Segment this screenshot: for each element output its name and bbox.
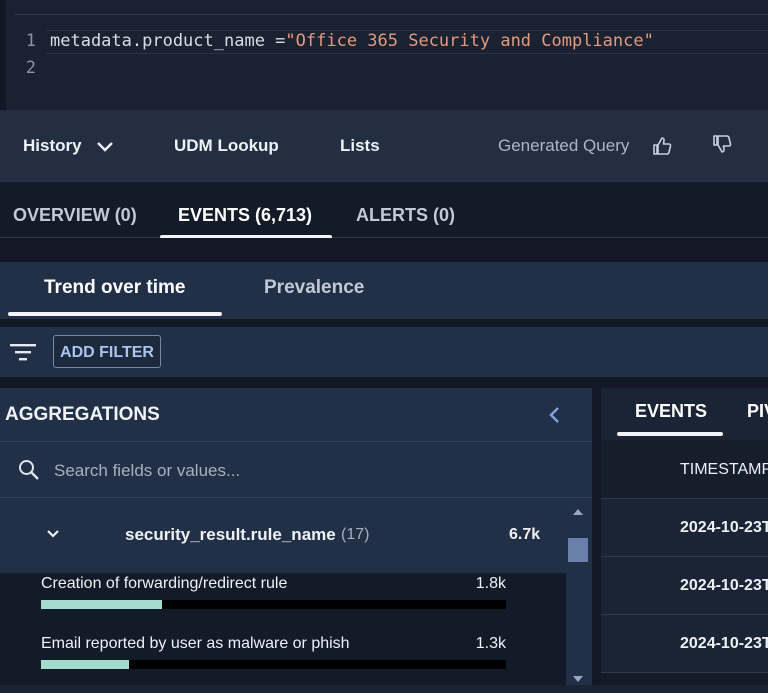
section-gap: [0, 238, 768, 262]
history-label: History: [23, 136, 82, 155]
tab-pivot[interactable]: PIV: [747, 388, 768, 436]
scroll-up-icon[interactable]: [572, 508, 584, 516]
udm-lookup-button[interactable]: UDM Lookup: [174, 110, 279, 182]
query-editor[interactable]: 1 metadata.product_name ="Office 365 Sec…: [0, 0, 768, 110]
field-row[interactable]: security_result.rule_name (17) 6.7k: [0, 498, 566, 572]
table-row[interactable]: 2024-10-23T: [601, 499, 768, 557]
scroll-thumb[interactable]: [568, 538, 588, 562]
line-number: 2: [25, 58, 36, 78]
list-item[interactable]: Email reported by user as malware or phi…: [0, 633, 566, 693]
history-dropdown[interactable]: History: [23, 110, 113, 182]
table-row[interactable]: 2024-10-23T: [601, 615, 768, 673]
field-name: security_result.rule_name: [125, 525, 336, 544]
filter-bar: ADD FILTER: [0, 327, 768, 377]
lists-button[interactable]: Lists: [340, 110, 380, 182]
tab-alerts[interactable]: ALERTS (0): [356, 182, 455, 238]
column-header-timestamp[interactable]: TIMESTAMP: [680, 440, 768, 499]
section-gap: [0, 377, 768, 388]
active-events-tab-indicator: [617, 432, 723, 436]
events-panel: EVENTS PIV TIMESTAMP 2024-10-23T 2024-10…: [601, 388, 768, 685]
line-number: 1: [25, 31, 36, 51]
view-tabs: Trend over time Prevalence: [0, 262, 768, 319]
search-input[interactable]: [52, 454, 536, 488]
filter-icon[interactable]: [10, 343, 36, 363]
aggregations-title: AGGREGATIONS: [5, 404, 160, 425]
timestamp-cell: 2024-10-23T: [680, 519, 768, 536]
search-icon: [19, 460, 39, 480]
scrollbar[interactable]: [566, 498, 590, 685]
value-bar-fill: [41, 660, 130, 669]
tab-trend-over-time[interactable]: Trend over time: [44, 262, 186, 314]
code-line[interactable]: metadata.product_name ="Office 365 Secur…: [50, 31, 654, 51]
active-subtab-indicator: [8, 312, 222, 316]
events-tabs: EVENTS PIV: [601, 388, 768, 440]
value-count: 1.3k: [475, 635, 506, 652]
field-values-list: Creation of forwarding/redirect rule 1.8…: [0, 573, 566, 685]
chevron-down-icon: [97, 142, 113, 152]
scroll-down-icon[interactable]: [572, 675, 584, 683]
main-tabs: OVERVIEW (0) EVENTS (6,713) ALERTS (0): [0, 182, 768, 238]
value-count: 1.8k: [475, 575, 506, 592]
query-toolbar: History UDM Lookup Lists Generated Query: [0, 110, 768, 182]
generated-query-label: Generated Query: [498, 136, 630, 155]
value-label: Creation of forwarding/redirect rule: [41, 575, 288, 592]
tab-overview[interactable]: OVERVIEW (0): [13, 182, 137, 238]
add-filter-button[interactable]: ADD FILTER: [53, 335, 161, 368]
code-identifier: metadata.product_name =: [50, 31, 286, 51]
list-item[interactable]: Creation of forwarding/redirect rule 1.8…: [0, 573, 566, 633]
code-string: "Office 365 Security and Compliance": [285, 31, 654, 51]
tab-events-list[interactable]: EVENTS: [635, 388, 707, 436]
timestamp-cell: 2024-10-23T: [680, 635, 768, 652]
collapse-panel-icon[interactable]: [548, 406, 562, 424]
chevron-down-icon[interactable]: [46, 529, 60, 539]
aggregations-header: AGGREGATIONS: [0, 388, 592, 442]
tab-prevalence[interactable]: Prevalence: [264, 262, 364, 314]
editor-divider: [14, 14, 768, 15]
value-bar-fill: [41, 600, 162, 609]
value-bar: [41, 600, 506, 609]
aggregations-panel: AGGREGATIONS security_result.rule_name (…: [0, 388, 592, 685]
thumbs-up-icon[interactable]: [652, 136, 672, 156]
value-label: Email reported by user as malware or phi…: [41, 635, 350, 652]
value-bar: [41, 660, 506, 669]
events-table-header: TIMESTAMP: [601, 440, 768, 499]
timestamp-cell: 2024-10-23T: [680, 577, 768, 594]
aggregations-search: [0, 442, 592, 498]
panel-divider: [592, 388, 601, 685]
tab-events[interactable]: EVENTS (6,713): [178, 182, 312, 238]
field-value-count: (17): [341, 526, 370, 543]
section-gap: [0, 319, 768, 327]
field-total: 6.7k: [509, 526, 541, 543]
thumbs-down-icon[interactable]: [712, 134, 732, 154]
table-row[interactable]: 2024-10-23T: [601, 557, 768, 615]
